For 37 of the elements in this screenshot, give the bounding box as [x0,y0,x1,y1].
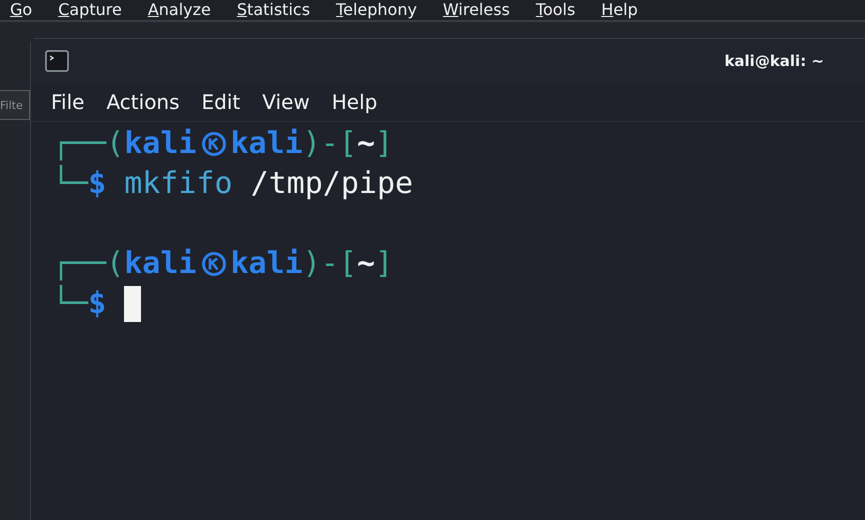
menu-item[interactable]: Wireless [442,1,510,19]
terminal-icon [45,50,69,72]
menu-item[interactable]: View [262,90,310,114]
menu-item[interactable]: Help [332,90,378,114]
menu-item[interactable]: Telephony [336,1,417,19]
prompt-corner: └─ [52,284,88,323]
prompt-host: kali [230,125,303,163]
prompt-bracket: ] [375,125,394,163]
kali-symbol-icon [200,251,226,277]
command-argument: /tmp/pipe [250,165,414,203]
text-cursor [124,286,142,322]
prompt-sign: $ [88,286,106,323]
menu-item[interactable]: Capture [58,1,122,19]
prompt-user: kali [124,245,196,283]
menu-item[interactable]: Actions [106,90,180,114]
menu-item[interactable]: Statistics [236,1,310,19]
filter-field[interactable]: Filte [0,90,30,120]
prompt-bracket: )-[ [302,125,357,163]
menu-item[interactable]: Analyze [148,1,211,19]
menu-item[interactable]: Go [10,1,32,19]
prompt-bracket: ] [375,245,394,283]
prompt-bracket: )-[ [302,245,357,283]
prompt-corner: ┌──( [52,125,124,163]
window-title: kali@kali: ~ [724,52,824,70]
command-text: mkfifo [124,165,233,203]
menu-item[interactable]: Edit [202,90,240,114]
menu-item[interactable]: Help [601,1,638,19]
prompt-corner: ┌──( [52,245,124,283]
prompt-sign: $ [88,166,106,203]
prompt-host: kali [230,245,303,283]
prompt-directory: ~ [356,245,375,283]
menu-item[interactable]: File [51,90,84,114]
prompt-user: kali [124,125,196,163]
prompt-corner: └─ [52,164,88,203]
prompt-directory: ~ [356,125,375,163]
menu-item[interactable]: Tools [536,1,576,19]
kali-symbol-icon [200,131,226,157]
